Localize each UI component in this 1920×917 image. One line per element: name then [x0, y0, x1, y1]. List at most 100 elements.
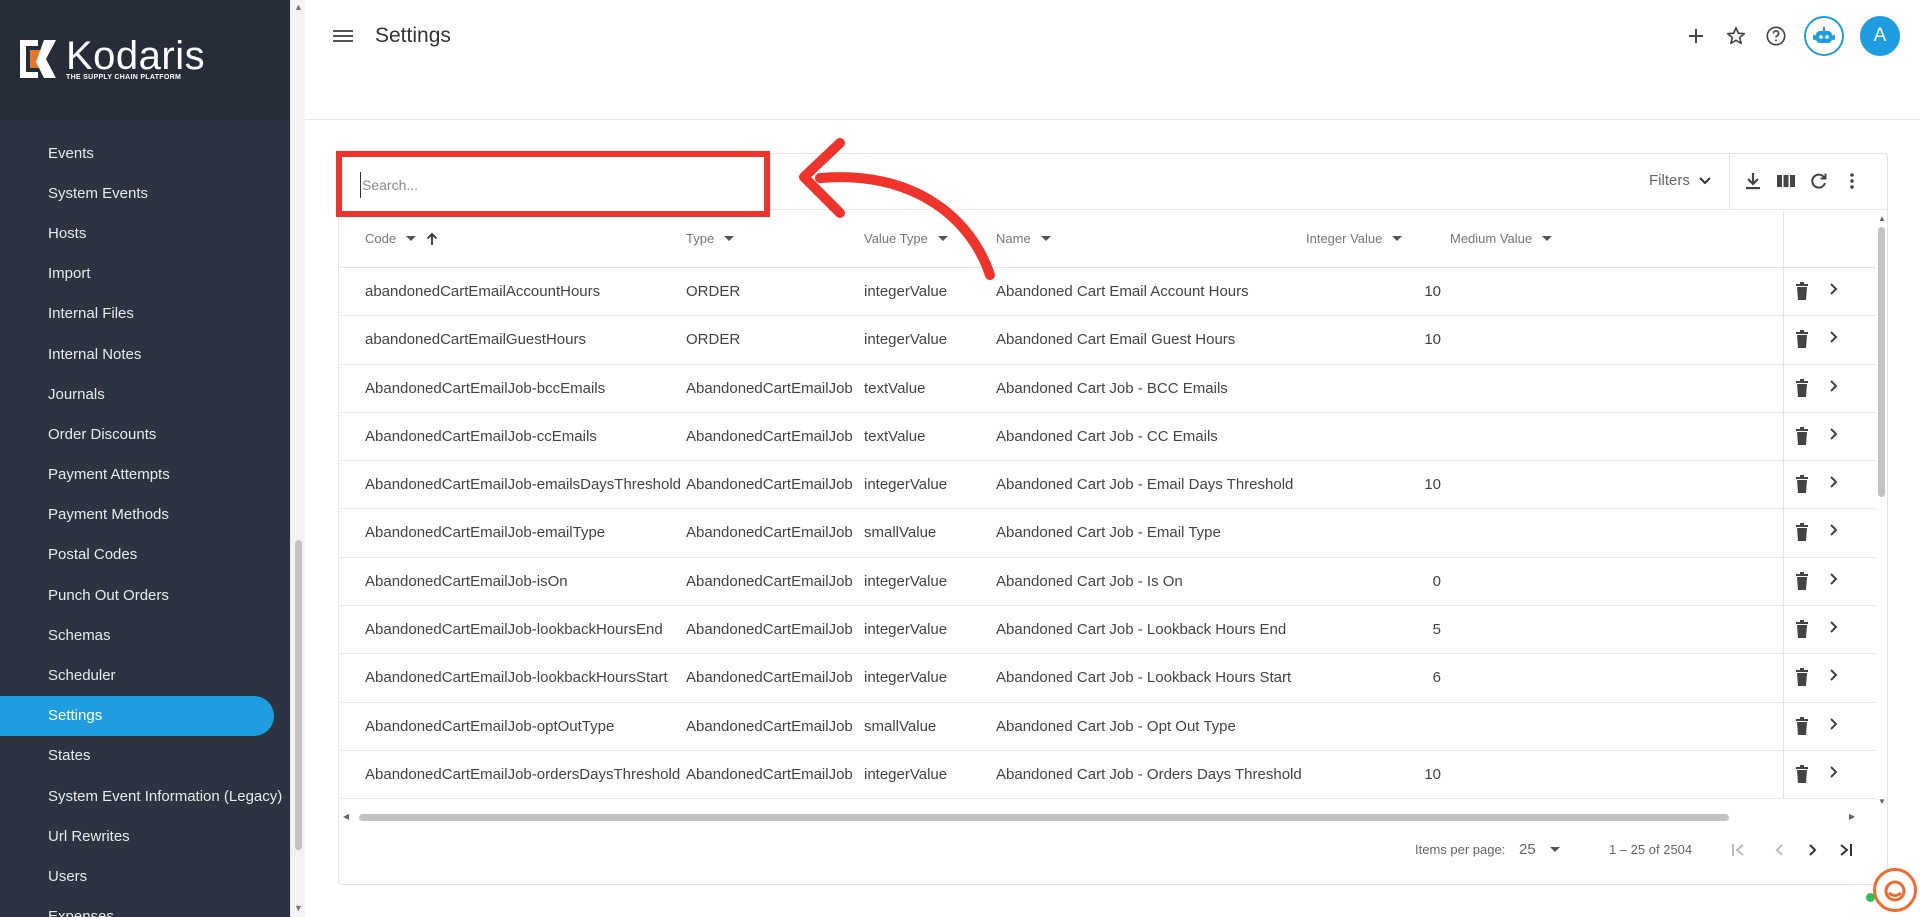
page-size-select[interactable]: 25: [1519, 841, 1560, 858]
sidebar-item-import[interactable]: Import: [0, 254, 274, 294]
refresh-icon[interactable]: [1809, 171, 1829, 191]
first-page-icon[interactable]: [1725, 836, 1753, 864]
trash-icon[interactable]: [1795, 716, 1809, 737]
table-row[interactable]: AbandonedCartEmailJob-isOn AbandonedCart…: [339, 558, 1876, 607]
chevron-right-icon[interactable]: [1829, 572, 1839, 592]
table-vertical-scrollbar[interactable]: ▲ ▼: [1876, 211, 1888, 811]
chevron-right-icon[interactable]: [1829, 427, 1839, 447]
chevron-right-icon[interactable]: [1829, 282, 1839, 302]
sidebar-item-expenses[interactable]: Expenses: [0, 897, 274, 917]
scroll-up-icon[interactable]: ▲: [294, 2, 303, 12]
chat-launcher-icon[interactable]: [1873, 868, 1917, 912]
table-vertical-scroll-thumb[interactable]: [1878, 227, 1885, 497]
sidebar-item-journals[interactable]: Journals: [0, 374, 274, 414]
table-row[interactable]: AbandonedCartEmailJob-emailsDaysThreshol…: [339, 461, 1876, 510]
avatar[interactable]: A: [1860, 16, 1900, 56]
trash-icon[interactable]: [1795, 668, 1809, 688]
sidebar-item-internal-notes[interactable]: Internal Notes: [0, 334, 274, 374]
column-header-integer-value[interactable]: Integer Value: [1306, 231, 1403, 246]
columns-icon[interactable]: [1776, 171, 1796, 191]
sort-ascending-icon[interactable]: [426, 232, 438, 246]
help-icon[interactable]: [1764, 24, 1788, 48]
cell-value-type: textValue: [864, 379, 926, 397]
sidebar-item-events[interactable]: Events: [0, 133, 274, 173]
chevron-right-icon[interactable]: [1829, 717, 1839, 737]
sidebar-item-internal-files[interactable]: Internal Files: [0, 294, 274, 334]
sidebar-item-users[interactable]: Users: [0, 856, 274, 896]
trash-icon[interactable]: [1795, 764, 1809, 785]
trash-icon[interactable]: [1795, 475, 1809, 495]
sidebar-item-system-events[interactable]: System Events: [0, 173, 274, 213]
sidebar-item-order-discounts[interactable]: Order Discounts: [0, 414, 274, 454]
cell-code: AbandonedCartEmailJob-bccEmails: [365, 379, 606, 397]
table-row[interactable]: AbandonedCartEmailJob-ordersDaysThreshol…: [339, 751, 1876, 800]
table-row[interactable]: AbandonedCartEmailJob-optOutType Abandon…: [339, 703, 1876, 751]
sort-caret-icon[interactable]: [1392, 236, 1403, 241]
column-header-name[interactable]: Name: [996, 231, 1051, 246]
table-row[interactable]: AbandonedCartEmailJob-ccEmails Abandoned…: [339, 413, 1876, 462]
last-page-icon[interactable]: [1831, 836, 1859, 864]
next-page-icon[interactable]: [1799, 836, 1827, 864]
robot-icon[interactable]: [1804, 16, 1844, 56]
chevron-right-icon[interactable]: [1829, 379, 1839, 399]
search-input[interactable]: [360, 172, 740, 198]
sort-caret-icon[interactable]: [724, 236, 735, 241]
table-row[interactable]: AbandonedCartEmailJob-lookbackHoursEnd A…: [339, 606, 1876, 655]
table-row[interactable]: abandonedCartEmailAccountHours ORDER int…: [339, 268, 1876, 317]
column-header-code[interactable]: Code: [365, 231, 438, 246]
sort-caret-icon[interactable]: [1040, 236, 1051, 241]
sidebar-item-punch-out-orders[interactable]: Punch Out Orders: [0, 575, 274, 615]
logo[interactable]: Kodaris THE SUPPLY CHAIN PLATFORM: [18, 36, 205, 81]
table-header: Code Type Value Type Name Integer Value …: [339, 211, 1876, 268]
chevron-right-icon[interactable]: [1829, 668, 1839, 688]
menu-icon[interactable]: [333, 27, 353, 47]
sidebar-item-hosts[interactable]: Hosts: [0, 213, 274, 253]
column-header-type[interactable]: Type: [686, 231, 735, 246]
sort-caret-icon[interactable]: [406, 236, 417, 241]
more-options-icon[interactable]: [1842, 171, 1862, 191]
sidebar-item-schemas[interactable]: Schemas: [0, 615, 274, 655]
table-row[interactable]: AbandonedCartEmailJob-emailType Abandone…: [339, 509, 1876, 558]
chevron-right-icon[interactable]: [1829, 765, 1839, 785]
sidebar-item-postal-codes[interactable]: Postal Codes: [0, 535, 274, 575]
sidebar-scrollbar[interactable]: ▲ ▼: [290, 0, 305, 917]
star-icon[interactable]: [1724, 24, 1748, 48]
download-icon[interactable]: [1743, 171, 1763, 191]
sort-caret-icon[interactable]: [1542, 236, 1553, 241]
trash-icon[interactable]: [1795, 571, 1809, 592]
trash-icon[interactable]: [1795, 620, 1809, 640]
table-horizontal-scrollbar[interactable]: ◀ ▶: [339, 811, 1888, 823]
cell-value-type: integerValue: [864, 765, 948, 783]
add-icon[interactable]: [1684, 24, 1708, 48]
sidebar-item-payment-attempts[interactable]: Payment Attempts: [0, 455, 274, 495]
column-header-medium-value[interactable]: Medium Value: [1450, 231, 1553, 246]
chevron-right-icon[interactable]: [1829, 330, 1839, 350]
chevron-right-icon[interactable]: [1829, 523, 1839, 543]
scroll-down-icon[interactable]: ▼: [294, 903, 303, 913]
trash-icon[interactable]: [1795, 426, 1809, 447]
table-row[interactable]: abandonedCartEmailGuestHours ORDER integ…: [339, 316, 1876, 365]
sidebar-item-scheduler[interactable]: Scheduler: [0, 655, 274, 695]
sidebar-item-url-rewrites[interactable]: Url Rewrites: [0, 816, 274, 856]
trash-icon[interactable]: [1795, 330, 1809, 350]
table-row[interactable]: AbandonedCartEmailJob-lookbackHoursStart…: [339, 654, 1876, 703]
cell-type: AbandonedCartEmailJob: [686, 572, 853, 590]
sidebar-item-system-event-information[interactable]: System Event Information (Legacy): [0, 776, 282, 816]
sidebar-item-settings[interactable]: Settings: [0, 695, 274, 736]
chevron-right-icon[interactable]: [1829, 475, 1839, 495]
cell-code: AbandonedCartEmailJob-isOn: [365, 572, 568, 590]
cell-integer-value: 10: [1424, 476, 1441, 494]
cell-code: AbandonedCartEmailJob-emailType: [365, 524, 606, 542]
sidebar-item-payment-methods[interactable]: Payment Methods: [0, 495, 274, 535]
table-row[interactable]: AbandonedCartEmailJob-bccEmails Abandone…: [339, 365, 1876, 413]
trash-icon[interactable]: [1795, 523, 1809, 543]
chevron-right-icon[interactable]: [1829, 620, 1839, 640]
filters-dropdown[interactable]: Filters: [1649, 172, 1712, 189]
sidebar-item-states[interactable]: States: [0, 736, 274, 776]
trash-icon[interactable]: [1795, 282, 1809, 302]
sidebar-scroll-thumb[interactable]: [295, 540, 302, 850]
previous-page-icon[interactable]: [1765, 836, 1793, 864]
table-horizontal-scroll-thumb[interactable]: [359, 814, 1729, 821]
cell-integer-value: [1349, 509, 1441, 557]
trash-icon[interactable]: [1795, 378, 1809, 399]
